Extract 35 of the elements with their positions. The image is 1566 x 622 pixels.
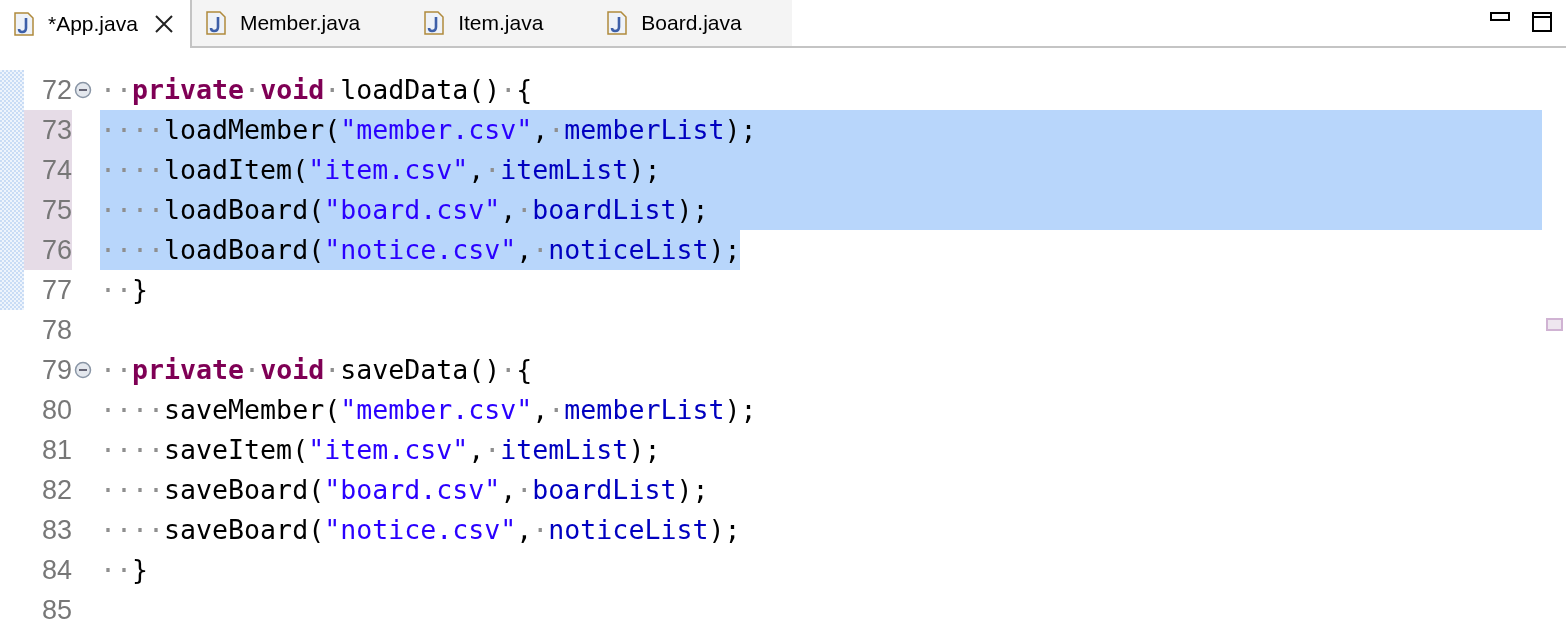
editor-tab[interactable]: Member.java [191,0,411,48]
line-number: 76 [24,230,72,270]
line-number: 82 [40,474,72,507]
line-number: 84 [40,554,72,587]
collapse-icon[interactable] [74,81,92,99]
line-number: 78 [40,314,72,347]
line-number: 80 [40,394,72,427]
line-number: 83 [40,514,72,547]
code-line: ····saveItem("item.csv",·itemList); [100,433,661,467]
overview-ruler-mark [1545,318,1563,331]
editor-tab[interactable]: Item.java [410,0,594,48]
code-line: ····saveBoard("board.csv",·boardList); [100,473,709,507]
java-file-icon [14,12,34,36]
collapse-icon[interactable] [74,361,92,379]
maximize-icon[interactable] [1532,12,1552,32]
line-number: 75 [24,190,72,230]
line-number: 81 [40,434,72,467]
code-line: ··} [100,553,149,587]
line-number: 77 [40,274,72,307]
code-line: ····saveMember("member.csv",·memberList); [100,393,757,427]
line-number: 74 [24,150,72,190]
close-icon[interactable] [153,14,174,34]
line-number: 72 [40,74,72,107]
code-line: ··private·void·saveData()·{ [100,353,533,387]
java-file-icon [607,11,628,35]
minimize-icon[interactable] [1490,12,1510,22]
editor-tab[interactable]: Board.java [593,0,792,48]
line-number: 79 [40,354,72,387]
code-line: ··private·void·loadData()·{ [100,73,533,107]
java-file-icon [205,11,226,35]
line-number: 85 [40,594,72,622]
line-number: 73 [24,110,72,150]
java-file-icon [424,11,445,35]
code-line: ··} [100,273,149,307]
code-line: ····saveBoard("notice.csv",·noticeList); [100,513,741,547]
